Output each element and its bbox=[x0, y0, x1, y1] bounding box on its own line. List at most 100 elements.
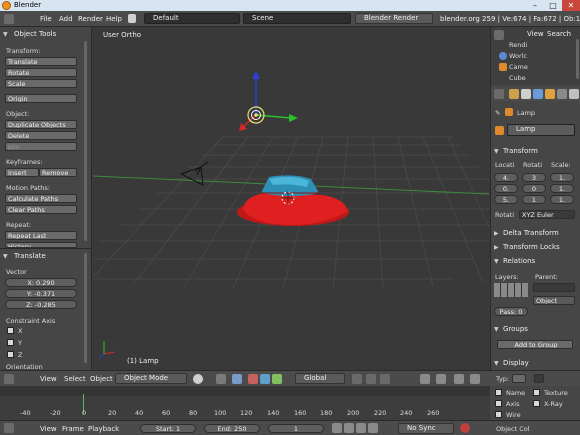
transform-locks-header[interactable]: Transform Locks bbox=[503, 243, 560, 251]
start-frame-field[interactable]: Start: 1 bbox=[140, 424, 196, 433]
minimize-icon[interactable]: – bbox=[526, 0, 544, 11]
maximize-icon[interactable]: □ bbox=[544, 0, 562, 11]
operator-scrollbar[interactable] bbox=[84, 253, 87, 363]
relations-header[interactable]: Relations bbox=[503, 257, 535, 265]
object-tools-header[interactable]: Object Tools bbox=[14, 30, 56, 38]
panel-collapse-icon[interactable]: ▼ bbox=[3, 31, 8, 38]
scene-selector[interactable]: Scene bbox=[243, 13, 351, 24]
render-engine-dropdown[interactable]: Blender Render bbox=[355, 13, 433, 24]
location-z-field[interactable]: 5. bbox=[494, 195, 518, 204]
close-icon[interactable]: ✕ bbox=[562, 0, 580, 11]
shading-icon[interactable] bbox=[193, 374, 203, 384]
scale-z-field[interactable]: 1. bbox=[550, 195, 574, 204]
object-tab-icon[interactable] bbox=[545, 89, 555, 99]
display-bounds-dropdown[interactable] bbox=[534, 374, 544, 383]
viewport-view-menu[interactable]: View bbox=[40, 375, 57, 383]
outliner-editor-icon[interactable] bbox=[494, 30, 504, 40]
mode-dropdown[interactable]: Object Mode bbox=[115, 373, 187, 384]
timeline-playback-menu[interactable]: Playback bbox=[88, 425, 119, 433]
snap-icon[interactable] bbox=[420, 374, 430, 384]
location-x-field[interactable]: 4. bbox=[494, 173, 518, 182]
display-header[interactable]: Display bbox=[503, 359, 529, 367]
origin-button[interactable]: Origin bbox=[5, 94, 77, 103]
viewport-object-menu[interactable]: Object bbox=[90, 375, 113, 383]
proportional-edit-icon[interactable] bbox=[436, 374, 446, 384]
properties-editor-icon[interactable] bbox=[494, 89, 504, 99]
rotation-x-field[interactable]: 3 bbox=[522, 173, 546, 182]
play-icon[interactable] bbox=[356, 423, 366, 433]
rotation-z-field[interactable]: 1 bbox=[522, 195, 546, 204]
rotate-manipulator-icon[interactable] bbox=[260, 374, 270, 384]
operator-panel-header[interactable]: Translate bbox=[14, 252, 46, 260]
texture-checkbox[interactable] bbox=[533, 389, 540, 396]
outliner-view-menu[interactable]: View bbox=[527, 30, 544, 38]
orientation-dropdown[interactable]: Global bbox=[295, 373, 345, 384]
layer-buttons-2[interactable] bbox=[366, 374, 376, 384]
remove-keyframe-button[interactable]: Remove bbox=[39, 168, 77, 177]
add-to-group-button[interactable]: Add to Group bbox=[497, 340, 573, 349]
vector-x-field[interactable]: X: 0.290 bbox=[5, 278, 77, 287]
name-checkbox[interactable] bbox=[495, 389, 502, 396]
layer-grid[interactable] bbox=[494, 283, 528, 297]
record-icon[interactable] bbox=[460, 423, 470, 433]
parent-field[interactable] bbox=[533, 283, 575, 292]
repeat-last-button[interactable]: Repeat Last bbox=[5, 231, 77, 240]
camera-object[interactable] bbox=[179, 161, 209, 186]
constraint-z-checkbox[interactable] bbox=[7, 351, 14, 358]
vector-z-field[interactable]: Z: -0.285 bbox=[5, 300, 77, 309]
constraint-x-checkbox[interactable] bbox=[7, 327, 14, 334]
scene-tab-icon[interactable] bbox=[521, 89, 531, 99]
current-frame-field[interactable]: 1 bbox=[268, 424, 324, 433]
outliner-item-render[interactable]: Rendi bbox=[509, 41, 527, 49]
viewport-select-menu[interactable]: Select bbox=[64, 375, 86, 383]
delta-transform-header[interactable]: Delta Transform bbox=[503, 229, 559, 237]
scale-x-field[interactable]: 1. bbox=[550, 173, 574, 182]
menu-render[interactable]: Render bbox=[78, 11, 103, 27]
manipulator-toggle-icon[interactable] bbox=[232, 374, 242, 384]
outliner-scrollbar[interactable] bbox=[576, 39, 579, 79]
jump-start-icon[interactable] bbox=[332, 423, 342, 433]
vector-y-field[interactable]: Y: -0.371 bbox=[5, 289, 77, 298]
jump-end-icon[interactable] bbox=[368, 423, 378, 433]
layer-buttons[interactable] bbox=[352, 374, 362, 384]
timeline-area[interactable]: -40 -20 0 20 40 60 80 100 120 140 160 18… bbox=[0, 386, 580, 420]
translate-manipulator-icon[interactable] bbox=[248, 374, 258, 384]
pass-index-field[interactable]: Pass: 0 bbox=[494, 307, 528, 316]
clear-paths-button[interactable]: Clear Paths bbox=[5, 205, 77, 214]
location-y-field[interactable]: 0. bbox=[494, 184, 518, 193]
join-button[interactable]: Join bbox=[5, 142, 77, 151]
groups-header[interactable]: Groups bbox=[503, 325, 528, 333]
display-type-dropdown[interactable] bbox=[512, 374, 526, 383]
editor-type-icon[interactable] bbox=[4, 14, 14, 24]
outliner-item-camera[interactable]: Came bbox=[509, 63, 528, 71]
render-animation-icon[interactable] bbox=[470, 374, 480, 384]
data-tab-icon[interactable] bbox=[569, 89, 579, 99]
lamp-gizmo[interactable] bbox=[239, 71, 298, 131]
delete-button[interactable]: Delete bbox=[5, 131, 77, 140]
render-tab-icon[interactable] bbox=[509, 89, 519, 99]
calculate-paths-button[interactable]: Calculate Paths bbox=[5, 194, 77, 203]
transform-panel-header[interactable]: Transform bbox=[503, 147, 538, 155]
pivot-icon[interactable] bbox=[216, 374, 226, 384]
menu-help[interactable]: Help bbox=[106, 11, 122, 27]
rotation-mode-dropdown[interactable]: XYZ Euler bbox=[519, 210, 575, 219]
insert-keyframe-button[interactable]: Insert bbox=[5, 168, 39, 177]
outliner-search-menu[interactable]: Search bbox=[547, 30, 571, 38]
outliner-item-world[interactable]: Worlc bbox=[509, 52, 527, 60]
layer-buttons-3[interactable] bbox=[380, 374, 390, 384]
locks-collapse-icon[interactable]: ▶ bbox=[494, 244, 499, 251]
tool-shelf-scrollbar[interactable] bbox=[84, 41, 87, 241]
delta-collapse-icon[interactable]: ▶ bbox=[494, 230, 499, 237]
wire-checkbox[interactable] bbox=[495, 411, 502, 418]
timeline-frame-menu[interactable]: Frame bbox=[62, 425, 84, 433]
constraints-tab-icon[interactable] bbox=[557, 89, 567, 99]
layout-icon[interactable] bbox=[128, 14, 136, 23]
xray-checkbox[interactable] bbox=[533, 400, 540, 407]
scale-y-field[interactable]: 1. bbox=[550, 184, 574, 193]
relations-collapse-icon[interactable]: ▼ bbox=[494, 258, 499, 265]
operator-collapse-icon[interactable]: ▼ bbox=[3, 253, 8, 260]
scale-button[interactable]: Scale bbox=[5, 79, 77, 88]
render-preview-icon[interactable] bbox=[454, 374, 464, 384]
outliner-item-cube[interactable]: Cube bbox=[509, 74, 526, 82]
menu-file[interactable]: File bbox=[40, 11, 52, 27]
